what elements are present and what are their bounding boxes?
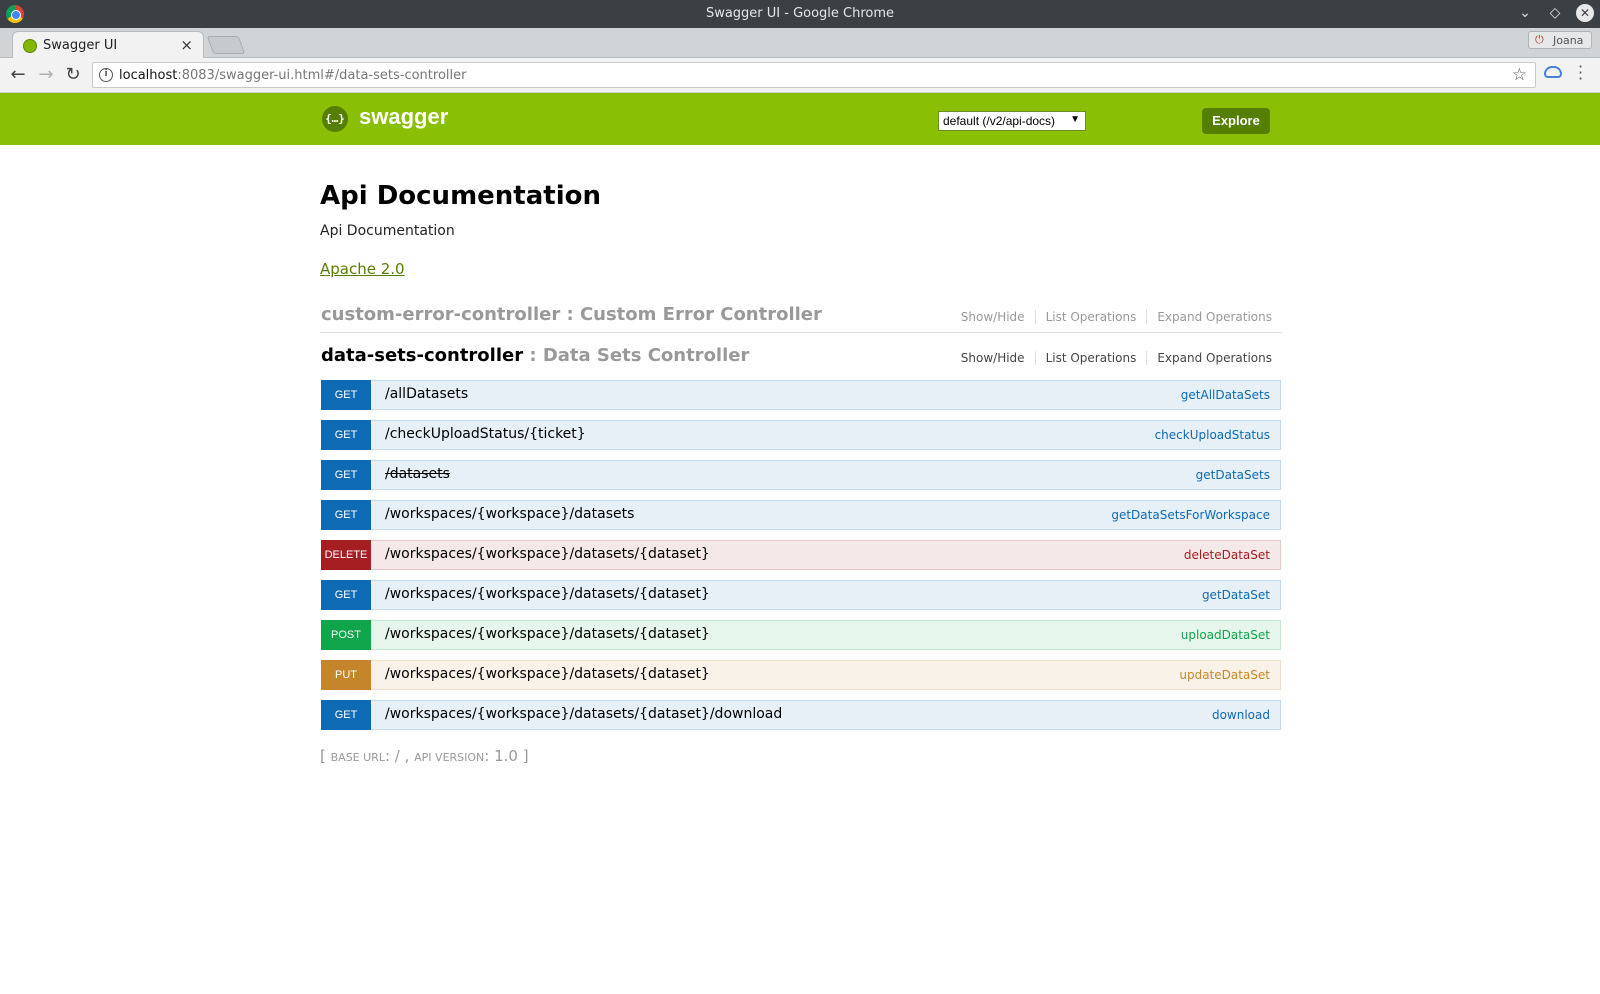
operation-row[interactable]: GET /workspaces/{workspace}/datasets get… (321, 500, 1281, 530)
operation-nickname[interactable]: updateDataSet (1179, 668, 1270, 682)
reload-icon[interactable]: ↻ (63, 65, 83, 85)
resource-name[interactable]: custom-error-controller (321, 304, 560, 325)
arrow-left-icon[interactable]: ← (8, 65, 28, 85)
url-host: localhost (119, 68, 178, 83)
operation-path[interactable]: /allDatasets (385, 386, 468, 402)
tab-label: Swagger UI (43, 38, 118, 53)
expand-operations-link[interactable]: Expand Operations (1147, 351, 1272, 365)
profile-icon: ⏻ (1535, 33, 1544, 46)
window-titlebar: Swagger UI - Google Chrome ⌄ ◇ ✕ (0, 0, 1600, 28)
resource-actions: Show/Hide List Operations Expand Operation… (950, 351, 1272, 365)
api-spec-select[interactable]: default (/v2/api-docs) ▼ (938, 111, 1086, 131)
show-hide-link[interactable]: Show/Hide (950, 351, 1036, 365)
info-icon[interactable]: i (99, 68, 113, 82)
tab-swagger-ui[interactable]: Swagger UI × (12, 31, 204, 59)
resource-heading[interactable]: custom-error-controller : Custom Error C… (321, 304, 822, 325)
api-version-value: : 1.0 ] (484, 747, 529, 765)
expand-operations-link[interactable]: Expand Operations (1147, 310, 1272, 324)
url-text[interactable]: localhost:8083/swagger-ui.html#/data-set… (119, 68, 466, 83)
operation-nickname[interactable]: checkUploadStatus (1155, 428, 1270, 442)
resource-separator: : (523, 345, 543, 366)
operation-nickname[interactable]: getDataSet (1202, 588, 1270, 602)
base-url-label: base url (330, 751, 385, 764)
operation-path[interactable]: /workspaces/{workspace}/datasets (385, 506, 634, 522)
swagger-logo-icon: {…} (322, 106, 348, 132)
arrow-right-icon[interactable]: → (36, 65, 56, 85)
method-badge[interactable]: DELETE (321, 540, 371, 570)
star-icon[interactable]: ☆ (1512, 65, 1527, 85)
address-bar[interactable]: i localhost:8083/swagger-ui.html#/data-s… (92, 62, 1536, 88)
explore-button[interactable]: Explore (1202, 108, 1270, 134)
operation-nickname[interactable]: download (1212, 708, 1270, 722)
api-version-label: api version (414, 751, 485, 764)
api-footer-info: [ base url: / , api version: 1.0 ] (320, 747, 529, 765)
method-badge[interactable]: GET (321, 380, 371, 410)
list-operations-link[interactable]: List Operations (1035, 310, 1148, 324)
show-hide-link[interactable]: Show/Hide (950, 310, 1036, 324)
operation-row[interactable]: GET /workspaces/{workspace}/datasets/{da… (321, 580, 1281, 610)
operation-nickname[interactable]: getDataSetsForWorkspace (1111, 508, 1270, 522)
operation-path[interactable]: /checkUploadStatus/{ticket} (385, 426, 586, 442)
operation-row[interactable]: POST /workspaces/{workspace}/datasets/{d… (321, 620, 1281, 650)
operation-row[interactable]: GET /allDatasets getAllDataSets (321, 380, 1281, 410)
license-link[interactable]: Apache 2.0 (320, 260, 405, 278)
method-badge[interactable]: GET (321, 420, 371, 450)
kebab-menu-icon[interactable]: · · · (1578, 59, 1584, 87)
browser-toolbar: ← → ↻ i localhost:8083/swagger-ui.html#/… (0, 58, 1600, 93)
operations-list: GET /allDatasets getAllDataSets GET /che… (321, 380, 1281, 740)
operation-path[interactable]: /workspaces/{workspace}/datasets/{datase… (385, 626, 710, 642)
minimize-icon[interactable]: ⌄ (1516, 4, 1534, 22)
operation-path[interactable]: /workspaces/{workspace}/datasets/{datase… (385, 546, 710, 562)
window-controls: ⌄ ◇ ✕ (1516, 4, 1594, 22)
operation-nickname[interactable]: getAllDataSets (1181, 388, 1270, 402)
operation-nickname[interactable]: uploadDataSet (1181, 628, 1270, 642)
method-badge[interactable]: POST (321, 620, 371, 650)
resource-separator: : (560, 304, 580, 325)
operation-row[interactable]: PUT /workspaces/{workspace}/datasets/{da… (321, 660, 1281, 690)
new-tab-button[interactable] (206, 36, 246, 54)
resource-data-sets-controller: data-sets-controller : Data Sets Control… (320, 338, 1282, 374)
close-window-icon[interactable]: ✕ (1576, 4, 1594, 22)
operation-path[interactable]: /workspaces/{workspace}/datasets/{datase… (385, 706, 782, 722)
operation-nickname[interactable]: deleteDataSet (1184, 548, 1270, 562)
method-badge[interactable]: GET (321, 700, 371, 730)
method-badge[interactable]: GET (321, 580, 371, 610)
profile-name: Joana (1553, 34, 1584, 47)
window-title: Swagger UI - Google Chrome (705, 6, 895, 21)
footer-open: [ (320, 747, 331, 765)
resource-custom-error-controller: custom-error-controller : Custom Error C… (320, 297, 1282, 333)
operation-nickname[interactable]: getDataSets (1196, 468, 1270, 482)
method-badge[interactable]: PUT (321, 660, 371, 690)
page-title: Api Documentation (320, 181, 601, 211)
resource-description: Data Sets Controller (542, 345, 750, 366)
resource-actions: Show/Hide List Operations Expand Operation… (950, 310, 1272, 324)
operation-row[interactable]: GET /checkUploadStatus/{ticket} checkUpl… (321, 420, 1281, 450)
operation-row[interactable]: GET /datasets getDataSets (321, 460, 1281, 490)
operation-row[interactable]: GET /workspaces/{workspace}/datasets/{da… (321, 700, 1281, 730)
tab-close-icon[interactable]: × (180, 36, 193, 54)
swagger-header: {…} swagger default (/v2/api-docs) ▼ Exp… (0, 93, 1600, 145)
maximize-icon[interactable]: ◇ (1546, 4, 1564, 22)
method-badge[interactable]: GET (321, 500, 371, 530)
api-spec-selected: default (/v2/api-docs) (943, 114, 1056, 128)
swagger-favicon-icon (23, 39, 37, 53)
cloud-icon[interactable] (1544, 66, 1562, 78)
base-url-value: : / , (384, 747, 415, 765)
tab-strip: Swagger UI × ⏻ Joana (0, 28, 1600, 59)
method-badge[interactable]: GET (321, 460, 371, 490)
operation-path[interactable]: /workspaces/{workspace}/datasets/{datase… (385, 586, 710, 602)
api-description: Api Documentation (320, 223, 455, 239)
url-path: :8083/swagger-ui.html#/data-sets-control… (177, 68, 467, 83)
operation-row[interactable]: DELETE /workspaces/{workspace}/datasets/… (321, 540, 1281, 570)
operation-path-deprecated[interactable]: /datasets (385, 466, 450, 482)
resource-description: Custom Error Controller (579, 304, 822, 325)
list-operations-link[interactable]: List Operations (1035, 351, 1148, 365)
profile-button[interactable]: ⏻ Joana (1528, 31, 1592, 49)
operation-path[interactable]: /workspaces/{workspace}/datasets/{datase… (385, 666, 710, 682)
resource-heading[interactable]: data-sets-controller : Data Sets Control… (321, 345, 749, 366)
resource-name[interactable]: data-sets-controller (321, 345, 523, 366)
chevron-down-icon: ▼ (1070, 114, 1080, 125)
swagger-brand[interactable]: swagger (359, 104, 448, 130)
